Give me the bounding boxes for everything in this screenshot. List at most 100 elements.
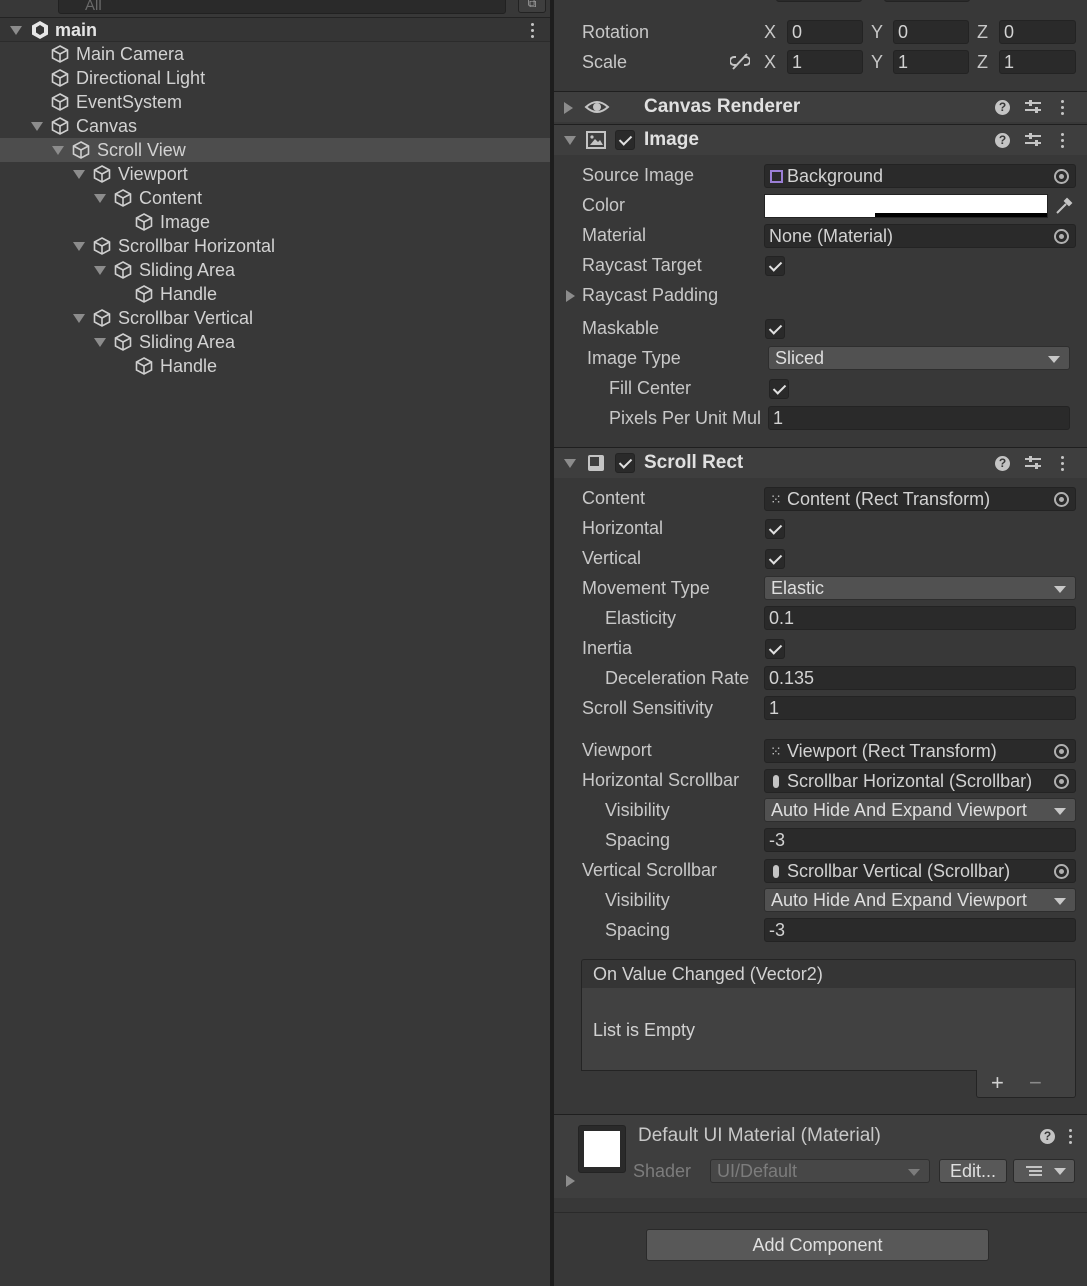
hierarchy-item[interactable]: Image [0, 210, 550, 234]
image-enabled-checkbox[interactable] [615, 130, 635, 150]
fill-center-checkbox[interactable] [769, 379, 789, 399]
hierarchy-search-input[interactable]: All [58, 0, 506, 14]
presets-icon[interactable] [1025, 100, 1041, 114]
hierarchy-item[interactable]: Main Camera [0, 42, 550, 66]
object-picker-icon[interactable] [1054, 864, 1069, 879]
hierarchy-item[interactable]: EventSystem [0, 90, 550, 114]
expand-arrow-icon[interactable] [94, 338, 106, 347]
elasticity-field[interactable]: 0.1 [764, 606, 1076, 630]
hierarchy-item[interactable]: Canvas [0, 114, 550, 138]
vertical-scrollbar-field[interactable]: Scrollbar Vertical (Scrollbar) [764, 859, 1076, 883]
component-menu-icon[interactable] [1061, 100, 1065, 116]
shader-dropdown[interactable]: UI/Default [710, 1159, 930, 1183]
rotation-y-field[interactable]: 0 [893, 20, 969, 44]
scale-z-field[interactable]: 1 [999, 50, 1076, 74]
hierarchy-item[interactable]: Handle [0, 354, 550, 378]
hierarchy-item[interactable]: Scrollbar Vertical [0, 306, 550, 330]
vertical-spacing-field[interactable]: -3 [764, 918, 1076, 942]
component-menu-icon[interactable] [1061, 456, 1065, 472]
scroll-rect-header[interactable]: Scroll Rect ? [554, 447, 1087, 478]
help-icon[interactable]: ? [995, 456, 1010, 471]
rotation-y-label[interactable]: Y [871, 22, 883, 43]
expanded-arrow-icon[interactable] [564, 459, 576, 468]
source-image-field[interactable]: Background [764, 164, 1076, 188]
hierarchy-item[interactable]: Content [0, 186, 550, 210]
presets-icon[interactable] [1025, 456, 1041, 470]
component-menu-icon[interactable] [1061, 133, 1065, 149]
help-icon[interactable]: ? [1040, 1129, 1055, 1144]
scene-row[interactable]: main [0, 18, 550, 42]
image-type-dropdown[interactable]: Sliced [768, 346, 1070, 370]
edit-shader-button[interactable]: Edit... [939, 1159, 1007, 1183]
collapsed-arrow-icon[interactable] [564, 102, 573, 114]
hierarchy-item[interactable]: Sliding Area [0, 258, 550, 282]
material-preview[interactable] [578, 1125, 626, 1173]
object-picker-icon[interactable] [1054, 774, 1069, 789]
hierarchy-item[interactable]: Scrollbar Horizontal [0, 234, 550, 258]
expand-arrow-icon[interactable] [94, 194, 106, 203]
eyedropper-icon[interactable] [1054, 196, 1074, 216]
expanded-arrow-icon[interactable] [564, 136, 576, 145]
object-picker-icon[interactable] [1054, 492, 1069, 507]
hierarchy-item[interactable]: Directional Light [0, 66, 550, 90]
material-menu-icon[interactable] [1069, 1129, 1073, 1145]
position-x-field[interactable] [776, 0, 862, 2]
object-picker-icon[interactable] [1054, 744, 1069, 759]
position-z-field[interactable] [884, 0, 970, 2]
expand-arrow-icon[interactable] [31, 122, 43, 131]
hierarchy-item[interactable]: Sliding Area [0, 330, 550, 354]
remove-listener-button[interactable]: − [1029, 1070, 1042, 1096]
add-listener-button[interactable]: + [991, 1070, 1004, 1096]
rotation-z-label[interactable]: Z [977, 22, 988, 43]
hierarchy-lock-button[interactable]: ⧉ [518, 0, 546, 13]
horizontal-visibility-dropdown[interactable]: Auto Hide And Expand Viewport [764, 798, 1076, 822]
constrain-proportions-icon[interactable] [730, 53, 750, 71]
scroll-sensitivity-field[interactable]: 1 [764, 696, 1076, 720]
hierarchy-item[interactable]: Handle [0, 282, 550, 306]
image-header[interactable]: Image ? [554, 124, 1087, 155]
expand-arrow-icon[interactable] [73, 242, 85, 251]
movement-type-dropdown[interactable]: Elastic [764, 576, 1076, 600]
color-swatch[interactable] [764, 194, 1048, 218]
vertical-visibility-dropdown[interactable]: Auto Hide And Expand Viewport [764, 888, 1076, 912]
material-field[interactable]: None (Material) [764, 224, 1076, 248]
horizontal-scrollbar-field[interactable]: Scrollbar Horizontal (Scrollbar) [764, 769, 1076, 793]
raycast-padding-foldout-icon[interactable] [566, 290, 575, 302]
scale-z-label[interactable]: Z [977, 52, 988, 73]
expand-arrow-icon[interactable] [73, 170, 85, 179]
shader-options-button[interactable] [1013, 1159, 1075, 1183]
help-icon[interactable]: ? [995, 133, 1010, 148]
inertia-checkbox[interactable] [765, 639, 785, 659]
rotation-x-field[interactable]: 0 [787, 20, 863, 44]
scale-x-field[interactable]: 1 [787, 50, 863, 74]
hierarchy-item[interactable]: Viewport [0, 162, 550, 186]
raycast-target-checkbox[interactable] [765, 256, 785, 276]
object-picker-icon[interactable] [1054, 169, 1069, 184]
object-picker-icon[interactable] [1054, 229, 1069, 244]
horizontal-spacing-field[interactable]: -3 [764, 828, 1076, 852]
scene-menu-icon[interactable] [531, 23, 535, 39]
material-foldout-icon[interactable] [566, 1175, 575, 1187]
hierarchy-item[interactable]: Scroll View [0, 138, 550, 162]
vertical-checkbox[interactable] [765, 549, 785, 569]
canvas-renderer-header[interactable]: Canvas Renderer ? [554, 91, 1087, 122]
horizontal-checkbox[interactable] [765, 519, 785, 539]
viewport-field[interactable]: ⁙ Viewport (Rect Transform) [764, 739, 1076, 763]
maskable-checkbox[interactable] [765, 319, 785, 339]
scale-y-field[interactable]: 1 [893, 50, 969, 74]
raycast-padding-label[interactable]: Raycast Padding [582, 285, 718, 306]
rotation-x-label[interactable]: X [764, 22, 776, 43]
expand-arrow-icon[interactable] [52, 146, 64, 155]
pixels-per-unit-field[interactable]: 1 [768, 406, 1070, 430]
expand-arrow-icon[interactable] [73, 314, 85, 323]
help-icon[interactable]: ? [995, 100, 1010, 115]
rotation-z-field[interactable]: 0 [999, 20, 1076, 44]
presets-icon[interactable] [1025, 133, 1041, 147]
content-field[interactable]: ⁙ Content (Rect Transform) [764, 487, 1076, 511]
expand-arrow-icon[interactable] [94, 266, 106, 275]
scale-x-label[interactable]: X [764, 52, 776, 73]
scroll-rect-enabled-checkbox[interactable] [615, 453, 635, 473]
deceleration-rate-field[interactable]: 0.135 [764, 666, 1076, 690]
add-component-button[interactable]: Add Component [646, 1229, 989, 1261]
expand-arrow-icon[interactable] [10, 26, 22, 35]
